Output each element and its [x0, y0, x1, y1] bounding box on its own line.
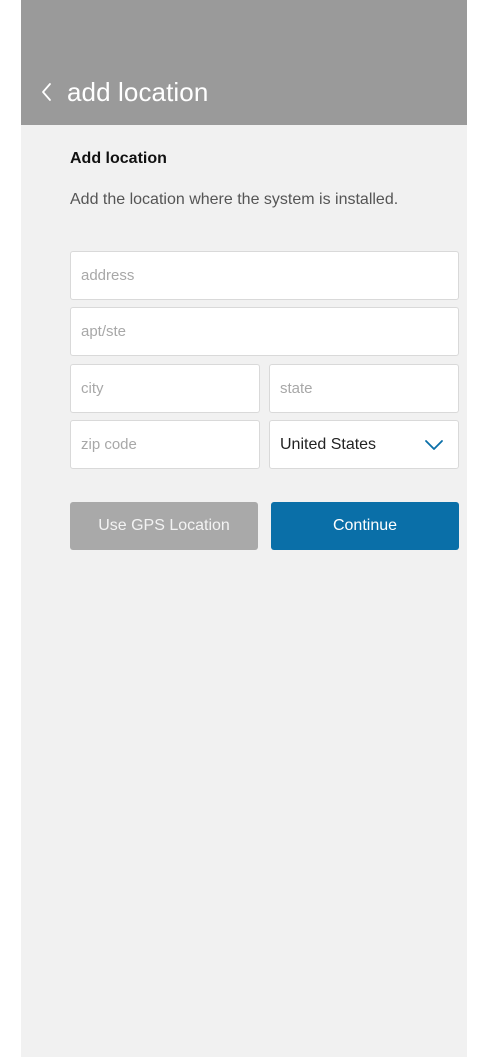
state-input[interactable] [270, 365, 458, 412]
apt-field-container [70, 307, 459, 356]
continue-button[interactable]: Continue [271, 502, 459, 550]
section-title: Add location [70, 150, 167, 167]
chevron-left-icon [42, 83, 51, 101]
address-input[interactable] [71, 252, 458, 299]
city-input[interactable] [71, 365, 259, 412]
zip-field-container [70, 420, 260, 469]
country-selected-value: United States [280, 436, 377, 453]
zip-code-input[interactable] [71, 421, 259, 468]
section-subtitle: Add the location where the system is ins… [70, 191, 399, 208]
apt-ste-input[interactable] [71, 308, 458, 355]
page-title: add location [67, 77, 209, 107]
country-select[interactable]: United States [269, 420, 459, 469]
app-header: add location [21, 0, 467, 125]
back-button[interactable] [35, 80, 59, 104]
chevron-down-icon [425, 440, 443, 450]
address-field-container [70, 251, 459, 300]
state-field-container [269, 364, 459, 413]
use-gps-location-button[interactable]: Use GPS Location [70, 502, 258, 550]
screen: add location Add location Add the locati… [21, 0, 467, 1057]
city-field-container [70, 364, 260, 413]
